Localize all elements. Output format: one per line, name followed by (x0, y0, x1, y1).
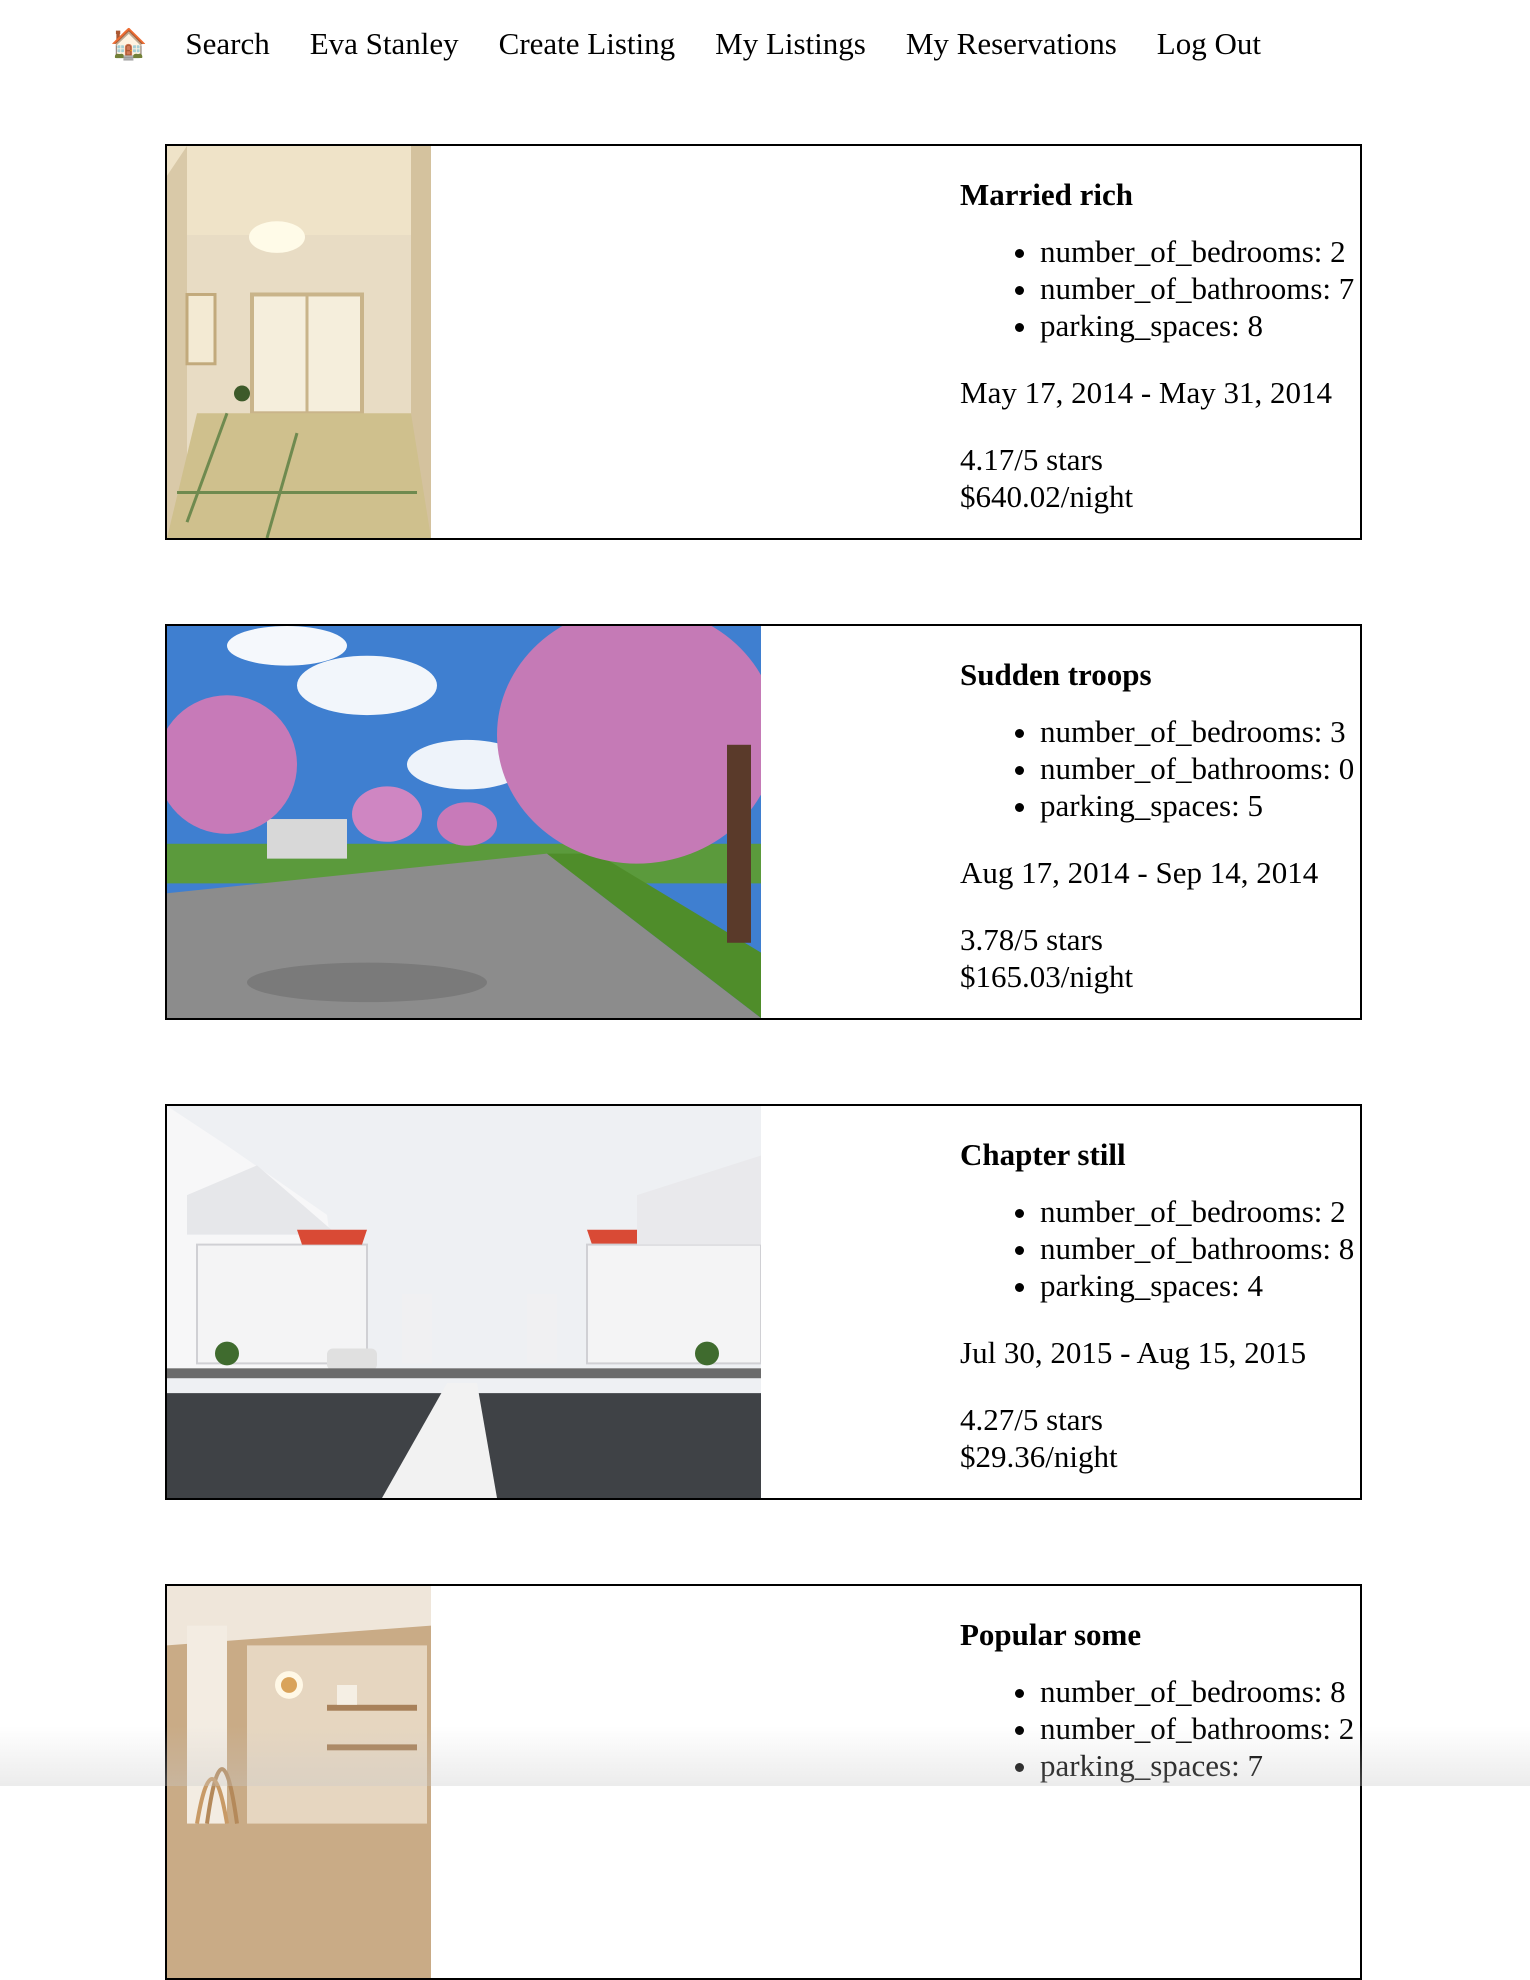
feature-bathrooms: number_of_bathrooms: 8 (1040, 1230, 1360, 1267)
listing-dates: Jul 30, 2015 - Aug 15, 2015 (960, 1334, 1360, 1371)
listing-photo-villas[interactable] (167, 1106, 761, 1498)
listing-card[interactable]: Married rich number_of_bedrooms: 2 numbe… (165, 144, 1362, 540)
listing-price: $165.03/night (960, 958, 1360, 995)
feature-bedrooms: number_of_bedrooms: 2 (1040, 233, 1360, 270)
listing-title: Popular some (960, 1616, 1360, 1653)
listing-dates: Aug 17, 2014 - Sep 14, 2014 (960, 854, 1360, 891)
feature-bathrooms: number_of_bathrooms: 0 (1040, 750, 1360, 787)
listing-dates: May 17, 2014 - May 31, 2014 (960, 374, 1360, 411)
feature-parking: parking_spaces: 7 (1040, 1747, 1360, 1784)
listing-info: Popular some number_of_bedrooms: 8 numbe… (960, 1616, 1360, 1814)
listing-title: Sudden troops (960, 656, 1360, 693)
listing-card[interactable]: Sudden troops number_of_bedrooms: 3 numb… (165, 624, 1362, 1020)
feature-bedrooms: number_of_bedrooms: 3 (1040, 713, 1360, 750)
listing-price: $29.36/night (960, 1438, 1360, 1475)
nav-my-listings-link[interactable]: My Listings (715, 26, 866, 62)
listing-card[interactable]: Popular some number_of_bedrooms: 8 numbe… (165, 1584, 1362, 1980)
home-icon[interactable]: 🏠 (110, 27, 147, 62)
listing-features: number_of_bedrooms: 3 number_of_bathroom… (960, 713, 1360, 824)
listing-title: Chapter still (960, 1136, 1360, 1173)
feature-bathrooms: number_of_bathrooms: 2 (1040, 1710, 1360, 1747)
feature-bathrooms: number_of_bathrooms: 7 (1040, 270, 1360, 307)
feature-parking: parking_spaces: 5 (1040, 787, 1360, 824)
feature-bedrooms: number_of_bedrooms: 2 (1040, 1193, 1360, 1230)
listing-price: $640.02/night (960, 478, 1360, 515)
listing-card[interactable]: Chapter still number_of_bedrooms: 2 numb… (165, 1104, 1362, 1500)
listing-features: number_of_bedrooms: 8 number_of_bathroom… (960, 1673, 1360, 1784)
listing-features: number_of_bedrooms: 2 number_of_bathroom… (960, 1193, 1360, 1304)
listing-info: Sudden troops number_of_bedrooms: 3 numb… (960, 656, 1360, 995)
feature-parking: parking_spaces: 8 (1040, 307, 1360, 344)
listing-photo-interior[interactable] (167, 1586, 431, 1978)
listing-title: Married rich (960, 176, 1360, 213)
listing-info: Chapter still number_of_bedrooms: 2 numb… (960, 1136, 1360, 1475)
nav-my-reservations-link[interactable]: My Reservations (906, 26, 1117, 62)
top-nav: 🏠 Search Eva Stanley Create Listing My L… (110, 26, 1301, 62)
nav-logout-link[interactable]: Log Out (1157, 26, 1261, 62)
listing-rating: 4.17/5 stars (960, 441, 1360, 478)
listing-rating: 4.27/5 stars (960, 1401, 1360, 1438)
listing-features: number_of_bedrooms: 2 number_of_bathroom… (960, 233, 1360, 344)
listing-info: Married rich number_of_bedrooms: 2 numbe… (960, 176, 1360, 515)
listing-photo-street[interactable] (167, 626, 761, 1018)
nav-user-link[interactable]: Eva Stanley (310, 26, 459, 62)
feature-bedrooms: number_of_bedrooms: 8 (1040, 1673, 1360, 1710)
nav-create-listing-link[interactable]: Create Listing (499, 26, 675, 62)
listing-rating: 3.78/5 stars (960, 921, 1360, 958)
nav-search-link[interactable]: Search (185, 26, 269, 62)
listing-photo-room[interactable] (167, 146, 431, 538)
feature-parking: parking_spaces: 4 (1040, 1267, 1360, 1304)
